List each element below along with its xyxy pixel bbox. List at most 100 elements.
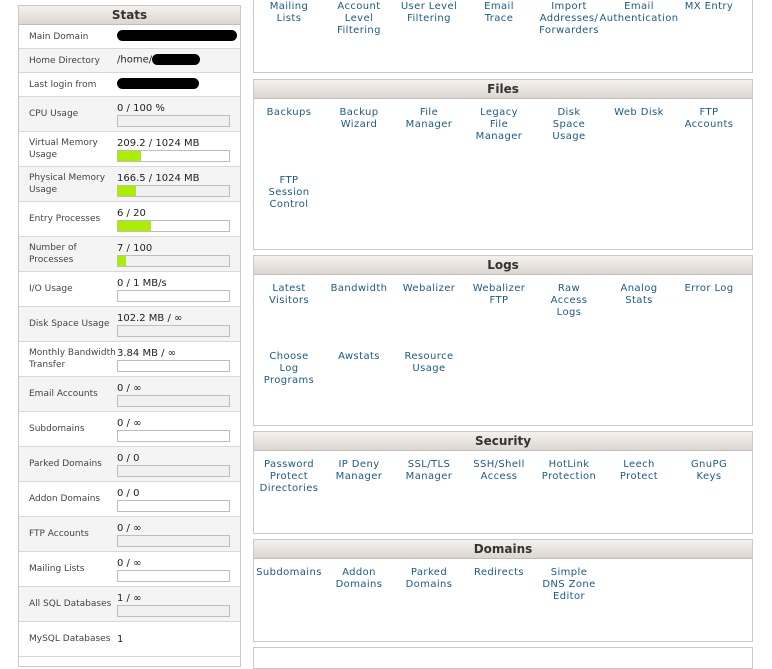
latest-visitors-link[interactable]: Latest Visitors (254, 283, 324, 307)
stats-row-mailing-lists: Mailing Lists 0 / ∞ (19, 552, 240, 587)
stats-panel: Stats Main Domain Home Directory /home/ … (18, 5, 241, 667)
stats-label: Entry Processes (29, 214, 101, 224)
usage-bar (117, 290, 230, 302)
backups-link[interactable]: Backups (254, 107, 324, 119)
web-disk-link[interactable]: Web Disk (604, 107, 674, 119)
main-domain-value (117, 30, 237, 42)
stats-row-addon-domains: Addon Domains 0 / 0 (19, 482, 240, 517)
analog-stats-link[interactable]: Analog Stats (604, 283, 674, 307)
stats-label: FTP Accounts (29, 529, 89, 539)
redirects-link[interactable]: Redirects (464, 567, 534, 579)
parked-domains-link[interactable]: Parked Domains (394, 567, 464, 591)
redacted-mark (117, 78, 199, 89)
ftp-accounts-link[interactable]: FTP Accounts (674, 107, 744, 131)
stats-label: Disk Space Usage (29, 319, 110, 329)
usage-bar (117, 115, 230, 127)
stats-label: I/O Usage (29, 284, 73, 294)
stats-row-ftp-accounts: FTP Accounts 0 / ∞ (19, 517, 240, 552)
stats-label: All SQL Databases (29, 599, 112, 609)
legacy-file-manager-link[interactable]: Legacy File Manager (464, 107, 534, 143)
gnupg-keys-link[interactable]: GnuPG Keys (674, 459, 744, 483)
resource-usage-link[interactable]: Resource Usage (394, 351, 464, 375)
stats-value: 0 / 0 (117, 488, 140, 499)
stats-value: 0 / 100 % (117, 103, 165, 114)
stats-row-email-accounts: Email Accounts 0 / ∞ (19, 377, 240, 412)
awstats-link[interactable]: Awstats (324, 351, 394, 363)
ssl-tls-manager-link[interactable]: SSL/TLS Manager (394, 459, 464, 483)
stats-value: 1 (117, 634, 124, 645)
stats-row-all-sql-databases: All SQL Databases 1 / ∞ (19, 587, 240, 622)
last-login-value (117, 78, 199, 90)
stats-label: Last login from (29, 79, 97, 90)
usage-bar (117, 430, 230, 442)
stats-label: Email Accounts (29, 389, 98, 399)
stats-label: Physical Memory Usage (29, 173, 106, 195)
stats-label: Subdomains (29, 424, 85, 434)
webalizer-link[interactable]: Webalizer (394, 283, 464, 295)
logs-panel: Logs Latest Visitors Bandwidth Webalizer… (253, 255, 753, 426)
mailing-lists-link[interactable]: Mailing Lists (254, 1, 324, 25)
ssh-shell-access-link[interactable]: SSH/Shell Access (464, 459, 534, 483)
webalizer-ftp-link[interactable]: Webalizer FTP (464, 283, 534, 307)
usage-bar (117, 360, 230, 372)
usage-bar-fill (118, 151, 141, 161)
logs-title: Logs (254, 256, 752, 275)
usage-bar (117, 395, 230, 407)
home-directory-value: /home/ (117, 54, 201, 66)
stats-label: Parked Domains (29, 459, 102, 469)
stats-row-physical-memory: Physical Memory Usage 166.5 / 1024 MB (19, 167, 240, 202)
stats-value: 3.84 MB / ∞ (117, 348, 176, 359)
disk-space-usage-link[interactable]: Disk Space Usage (534, 107, 604, 143)
stats-label: MySQL Databases (29, 634, 111, 644)
stats-label: Monthly Bandwidth Transfer (29, 348, 116, 370)
user-level-filtering-link[interactable]: User Level Filtering (394, 1, 464, 25)
email-authentication-link[interactable]: Email Authentication (594, 1, 684, 25)
stats-label: Main Domain (29, 31, 89, 42)
next-panel (253, 647, 753, 669)
usage-bar (117, 500, 230, 512)
file-manager-link[interactable]: File Manager (394, 107, 464, 131)
backup-wizard-link[interactable]: Backup Wizard (324, 107, 394, 131)
usage-bar-fill (118, 221, 152, 231)
stats-value: 0 / ∞ (117, 418, 142, 429)
stats-value: 1 / ∞ (117, 593, 142, 604)
bandwidth-link[interactable]: Bandwidth (324, 283, 394, 295)
mail-panel: Mailing Lists Account Level Filtering Us… (253, 0, 753, 73)
usage-bar (117, 465, 230, 477)
usage-bar (117, 605, 230, 617)
stats-row-mysql-databases: MySQL Databases 1 (19, 622, 240, 657)
stats-row-cpu-usage: CPU Usage 0 / 100 % (19, 97, 240, 132)
choose-log-programs-link[interactable]: Choose Log Programs (254, 351, 324, 387)
stats-value: 102.2 MB / ∞ (117, 313, 183, 324)
hotlink-protection-link[interactable]: HotLink Protection (534, 459, 604, 483)
mx-entry-link[interactable]: MX Entry (674, 1, 744, 13)
leech-protect-link[interactable]: Leech Protect (604, 459, 674, 483)
usage-bar (117, 325, 230, 337)
stats-row-parked-domains: Parked Domains 0 / 0 (19, 447, 240, 482)
addon-domains-link[interactable]: Addon Domains (324, 567, 394, 591)
usage-bar-fill (118, 256, 126, 266)
usage-bar (117, 150, 230, 162)
ftp-session-control-link[interactable]: FTP Session Control (254, 175, 324, 211)
stats-row-last-login: Last login from (19, 73, 240, 97)
subdomains-link[interactable]: Subdomains (254, 567, 324, 579)
simple-dns-zone-editor-link[interactable]: Simple DNS Zone Editor (534, 567, 604, 603)
usage-bar (117, 255, 230, 267)
usage-bar (117, 185, 230, 197)
stats-value: 0 / ∞ (117, 523, 142, 534)
account-level-filtering-link[interactable]: Account Level Filtering (324, 1, 394, 37)
usage-bar (117, 220, 230, 232)
email-trace-link[interactable]: Email Trace (464, 1, 534, 25)
error-log-link[interactable]: Error Log (674, 283, 744, 295)
password-protect-directories-link[interactable]: Password Protect Directories (254, 459, 324, 495)
security-panel: Security Password Protect Directories IP… (253, 431, 753, 534)
stats-row-entry-processes: Entry Processes 6 / 20 (19, 202, 240, 237)
stats-value: 0 / ∞ (117, 383, 142, 394)
stats-value: 6 / 20 (117, 208, 146, 219)
ip-deny-manager-link[interactable]: IP Deny Manager (324, 459, 394, 483)
stats-value: 0 / 0 (117, 453, 140, 464)
raw-access-logs-link[interactable]: Raw Access Logs (534, 283, 604, 319)
stats-row-number-of-processes: Number of Processes 7 / 100 (19, 237, 240, 272)
domains-title: Domains (254, 540, 752, 559)
stats-row-io-usage: I/O Usage 0 / 1 MB/s (19, 272, 240, 307)
